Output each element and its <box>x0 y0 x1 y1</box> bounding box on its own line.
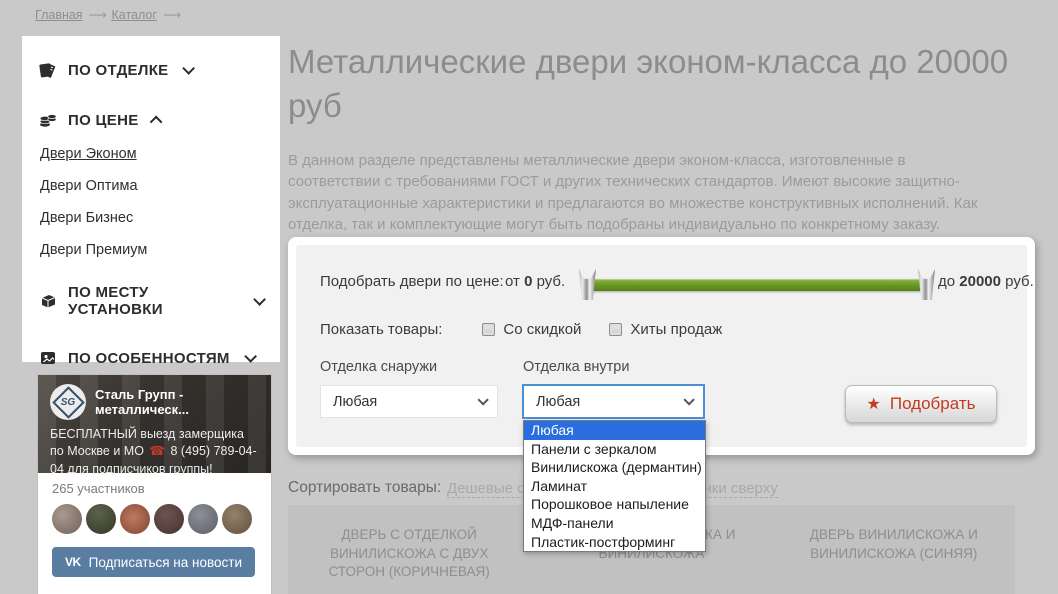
avatar[interactable] <box>86 504 116 534</box>
dropdown-option[interactable]: Пластик-постформинг <box>524 533 705 552</box>
chevron-down-icon <box>683 394 694 405</box>
discount-checkbox-label[interactable]: Со скидкой <box>503 321 581 338</box>
sidebar-section-finish[interactable]: ПО ОТДЕЛКЕ <box>38 60 262 80</box>
bestseller-checkbox[interactable] <box>609 323 622 336</box>
sidebar-section-label: ПО МЕСТУ УСТАНОВКИ <box>68 284 239 318</box>
sidebar-price-links: Двери Эконом Двери Оптима Двери Бизнес Д… <box>40 146 262 258</box>
breadcrumb-arrow-icon: ⟶ <box>89 8 106 22</box>
price-range-slider[interactable] <box>588 279 926 291</box>
dropdown-option[interactable]: Порошковое напыление <box>524 495 705 514</box>
product-card[interactable]: ДВЕРЬ ВИНИЛИСКОЖА И ВИНИЛИСКОЖА (СИНЯЯ) <box>773 505 1015 594</box>
vk-widget-header: SG Сталь Групп - металлическ... БЕСПЛАТН… <box>38 375 271 473</box>
sidebar-section-features[interactable]: ПО ОСОБЕННОСТЯМ <box>38 348 262 368</box>
vk-promo-text: БЕСПЛАТНЫЙ выезд замерщика по Москве и М… <box>50 426 259 478</box>
inner-finish-value: Любая <box>536 394 580 410</box>
show-goods-label: Показать товары: <box>320 321 442 338</box>
features-icon <box>38 348 58 368</box>
inner-finish-label: Отделка внутри <box>523 359 629 375</box>
outer-finish-select[interactable]: Любая <box>320 385 498 418</box>
show-goods-row: Показать товары: Со скидкой Хиты продаж <box>320 321 722 338</box>
vk-avatars-row <box>52 504 257 534</box>
discount-checkbox[interactable] <box>482 323 495 336</box>
breadcrumb-catalog-link[interactable]: Каталог <box>112 8 157 22</box>
dropdown-option[interactable]: Ламинат <box>524 477 705 496</box>
outer-finish-label: Отделка снаружи <box>320 359 437 375</box>
price-from-value: от 0 руб. <box>505 273 565 290</box>
vk-logo-text: SG <box>61 397 75 408</box>
dropdown-option[interactable]: Любая <box>524 421 705 440</box>
breadcrumb: Главная ⟶ Каталог ⟶ <box>35 7 186 22</box>
sort-label: Сортировать товары: <box>288 479 441 497</box>
submit-filter-label: Подобрать <box>890 394 976 414</box>
page-title: Металлические двери эконом-класса до 200… <box>288 40 1033 128</box>
vk-group-title[interactable]: Сталь Групп - металлическ... <box>95 387 259 417</box>
avatar[interactable] <box>52 504 82 534</box>
page-description: В данном разделе представлены металличес… <box>288 150 993 235</box>
sidebar-section-label: ПО ОТДЕЛКЕ <box>68 62 168 79</box>
vk-members-count: 265 участников <box>52 481 257 496</box>
vk-logo-icon: VK <box>65 555 81 569</box>
avatar[interactable] <box>222 504 252 534</box>
price-icon <box>38 110 58 130</box>
chevron-down-icon <box>254 293 266 305</box>
chevron-down-icon <box>244 350 257 363</box>
bestseller-checkbox-label[interactable]: Хиты продаж <box>630 321 722 338</box>
price-filter-label: Подобрать двери по цене: <box>320 273 504 290</box>
submit-filter-button[interactable]: ★ Подобрать <box>845 385 997 423</box>
vk-subscribe-button[interactable]: VK Подписаться на новости <box>52 547 255 577</box>
sidebar-section-place[interactable]: ПО МЕСТУ УСТАНОВКИ <box>38 284 262 318</box>
chevron-down-icon <box>477 394 488 405</box>
sidebar-filter-menu: ПО ОТДЕЛКЕ ПО ЦЕНЕ Двери Эконом Двери Оп… <box>22 36 280 362</box>
vk-subscribe-label: Подписаться на новости <box>89 555 242 570</box>
sidebar-item-dveri-premium[interactable]: Двери Премиум <box>40 242 262 258</box>
star-icon: ★ <box>867 394 881 414</box>
inner-finish-select[interactable]: Любая <box>523 385 704 418</box>
phone-icon: ☎ <box>149 444 165 458</box>
chevron-down-icon <box>183 62 196 75</box>
avatar[interactable] <box>188 504 218 534</box>
dropdown-option[interactable]: Панели с зеркалом <box>524 440 705 459</box>
breadcrumb-home-link[interactable]: Главная <box>35 8 83 22</box>
sidebar-item-dveri-optima[interactable]: Двери Оптима <box>40 178 262 194</box>
dropdown-option[interactable]: МДФ-панели <box>524 514 705 533</box>
vk-widget-body: 265 участников VK Подписаться на новости <box>38 473 271 577</box>
page: Главная ⟶ Каталог ⟶ ПО ОТДЕЛКЕ ПО ЦЕНЕ Двер… <box>0 0 1058 594</box>
finish-icon <box>38 60 58 80</box>
breadcrumb-arrow-icon: ⟶ <box>163 8 180 22</box>
outer-finish-value: Любая <box>333 394 377 410</box>
sidebar-item-dveri-biznes[interactable]: Двери Бизнес <box>40 210 262 226</box>
product-card[interactable]: ДВЕРЬ С ОТДЕЛКОЙ ВИНИЛИСКОЖА С ДВУХ СТОР… <box>288 505 530 594</box>
avatar[interactable] <box>120 504 150 534</box>
place-icon <box>38 291 58 311</box>
inner-finish-dropdown-list: Любая Панели с зеркалом Винилискожа (дер… <box>523 420 706 552</box>
product-title: ДВЕРЬ ВИНИЛИСКОЖА И ВИНИЛИСКОЖА (СИНЯЯ) <box>793 526 995 563</box>
price-to-value: до 20000 руб. <box>938 273 1034 290</box>
vk-group-logo[interactable]: SG <box>50 384 86 420</box>
chevron-up-icon <box>149 115 162 128</box>
avatar[interactable] <box>154 504 184 534</box>
sidebar-section-label: ПО ЦЕНЕ <box>68 112 139 129</box>
sidebar-item-dveri-ekonom[interactable]: Двери Эконом <box>40 146 262 162</box>
product-title: ДВЕРЬ С ОТДЕЛКОЙ ВИНИЛИСКОЖА С ДВУХ СТОР… <box>308 526 510 582</box>
sidebar-section-label: ПО ОСОБЕННОСТЯМ <box>68 350 230 367</box>
sidebar-section-price[interactable]: ПО ЦЕНЕ <box>38 110 262 130</box>
dropdown-option[interactable]: Винилискожа (дермантин) <box>524 458 705 477</box>
vk-community-widget: SG Сталь Групп - металлическ... БЕСПЛАТН… <box>38 375 271 594</box>
